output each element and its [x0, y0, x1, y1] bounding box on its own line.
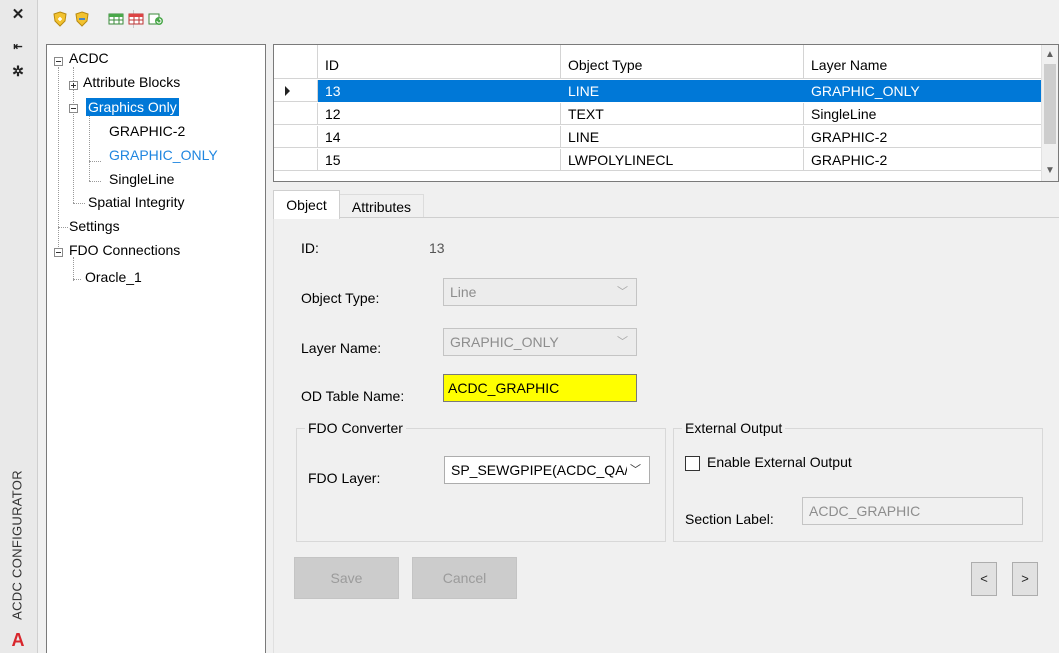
- row-header[interactable]: [274, 149, 318, 171]
- grid-header: ID Object Type Layer Name: [274, 45, 1042, 79]
- settings-icon[interactable]: ✲: [9, 62, 27, 80]
- column-header-layer-name[interactable]: Layer Name: [804, 45, 1042, 79]
- tree-node-graphic-2[interactable]: GRAPHIC-2: [107, 120, 187, 142]
- tree-connector: [73, 279, 81, 280]
- config-tree[interactable]: ACDC Attribute Blocks Graphics Only GRAP…: [46, 44, 266, 653]
- scroll-up-icon[interactable]: ▲: [1042, 47, 1058, 63]
- object-tab-panel: ID: 13 Object Type: Line ﹀ Layer Name: GR…: [273, 217, 1059, 653]
- object-type-select[interactable]: Line ﹀: [443, 278, 637, 306]
- layer-name-label: Layer Name:: [301, 340, 382, 356]
- previous-record-button[interactable]: <: [971, 562, 997, 596]
- close-icon[interactable]: ✕: [9, 6, 27, 24]
- fdo-converter-title: FDO Converter: [305, 419, 406, 437]
- tree-node-oracle-1[interactable]: Oracle_1: [83, 266, 144, 288]
- section-label-label: Section Label:: [685, 511, 774, 527]
- tree-connector: [89, 181, 101, 182]
- collapse-toggle-icon[interactable]: [54, 248, 63, 257]
- grid-vertical-scrollbar[interactable]: ▲ ▼: [1041, 45, 1058, 181]
- cell-layer-name[interactable]: GRAPHIC-2: [804, 126, 1042, 148]
- tree-node-graphic-only[interactable]: GRAPHIC_ONLY: [107, 144, 220, 166]
- object-type-label: Object Type:: [301, 290, 380, 306]
- enable-external-output-checkbox[interactable]: [685, 456, 700, 471]
- cell-object-type[interactable]: TEXT: [561, 103, 804, 125]
- cell-object-type[interactable]: LINE: [561, 80, 804, 102]
- chevron-down-icon: ﹀: [617, 286, 628, 298]
- tab-attributes[interactable]: Attributes: [340, 194, 424, 218]
- scroll-down-icon[interactable]: ▼: [1042, 163, 1058, 179]
- grid-corner: [274, 45, 318, 79]
- palette-strip: ✕ ⇤ ✲ ACDC CONFIGURATOR A: [0, 0, 38, 653]
- tree-connector: [89, 111, 90, 181]
- tree-node-spatial-integrity[interactable]: Spatial Integrity: [86, 191, 187, 213]
- cell-layer-name[interactable]: GRAPHIC_ONLY: [804, 80, 1042, 102]
- column-header-object-type[interactable]: Object Type: [561, 45, 804, 79]
- cell-id[interactable]: 12: [318, 103, 561, 125]
- scrollbar-thumb[interactable]: [1044, 64, 1056, 144]
- fdo-layer-label: FDO Layer:: [308, 470, 381, 486]
- tab-object[interactable]: Object: [273, 190, 340, 219]
- refresh-table-icon[interactable]: [148, 11, 164, 27]
- shield-add-icon[interactable]: [52, 11, 68, 27]
- collapse-toggle-icon[interactable]: [69, 104, 78, 113]
- cell-layer-name[interactable]: GRAPHIC-2: [804, 149, 1042, 171]
- cell-id[interactable]: 15: [318, 149, 561, 171]
- od-table-name-input[interactable]: ACDC_GRAPHIC: [443, 374, 637, 402]
- row-header[interactable]: [274, 103, 318, 125]
- fdo-layer-select[interactable]: SP_SEWGPIPE(ACDC_QA/﹀: [444, 456, 650, 484]
- current-row-icon: [285, 86, 290, 96]
- autocad-logo-icon: A: [11, 630, 25, 650]
- enable-external-output-label[interactable]: Enable External Output: [707, 454, 852, 470]
- external-output-title: External Output: [682, 419, 786, 437]
- tree-connector: [58, 67, 59, 249]
- cell-object-type[interactable]: LWPOLYLINECL: [561, 149, 804, 171]
- toolbar: [38, 0, 1059, 40]
- chevron-down-icon: ﹀: [617, 336, 628, 348]
- tree-node-singleline[interactable]: SingleLine: [107, 168, 176, 190]
- table-export-icon[interactable]: [108, 11, 124, 27]
- id-value: 13: [429, 240, 445, 256]
- table-import-icon[interactable]: [128, 11, 144, 27]
- column-header-id[interactable]: ID: [318, 45, 561, 79]
- cell-layer-name[interactable]: SingleLine: [804, 103, 1042, 125]
- row-header[interactable]: [274, 126, 318, 148]
- cell-object-type[interactable]: LINE: [561, 126, 804, 148]
- save-button[interactable]: Save: [294, 557, 399, 599]
- tree-node-attribute-blocks[interactable]: Attribute Blocks: [81, 71, 182, 93]
- tree-node-acdc[interactable]: ACDC: [67, 47, 111, 69]
- fdo-converter-group: FDO Converter FDO Layer: SP_SEWGPIPE(ACD…: [296, 419, 666, 542]
- row-header[interactable]: [274, 80, 318, 102]
- palette-title: ACDC CONFIGURATOR: [9, 470, 25, 620]
- objects-grid[interactable]: ID Object Type Layer Name 13 LINE GRAPHI…: [273, 44, 1059, 182]
- cell-id[interactable]: 14: [318, 126, 561, 148]
- layer-name-select[interactable]: GRAPHIC_ONLY ﹀: [443, 328, 637, 356]
- tree-node-graphics-only[interactable]: Graphics Only: [86, 96, 179, 118]
- expand-toggle-icon[interactable]: [69, 81, 78, 90]
- id-label: ID:: [301, 240, 319, 256]
- next-record-button[interactable]: >: [1012, 562, 1038, 596]
- collapse-toggle-icon[interactable]: [54, 57, 63, 66]
- tree-node-fdo-connections[interactable]: FDO Connections: [67, 239, 182, 261]
- chevron-down-icon: ﹀: [627, 457, 641, 483]
- od-table-name-label: OD Table Name:: [301, 388, 405, 404]
- cell-id[interactable]: 13: [318, 80, 561, 102]
- tree-node-settings[interactable]: Settings: [67, 215, 122, 237]
- section-label-input[interactable]: ACDC_GRAPHIC: [802, 497, 1023, 525]
- external-output-group: External Output Enable External Output S…: [673, 419, 1043, 542]
- shield-remove-icon[interactable]: [74, 11, 90, 27]
- pin-icon[interactable]: ⇤: [9, 38, 27, 56]
- tree-connector: [89, 161, 101, 162]
- tree-connector: [73, 203, 85, 204]
- cancel-button[interactable]: Cancel: [412, 557, 517, 599]
